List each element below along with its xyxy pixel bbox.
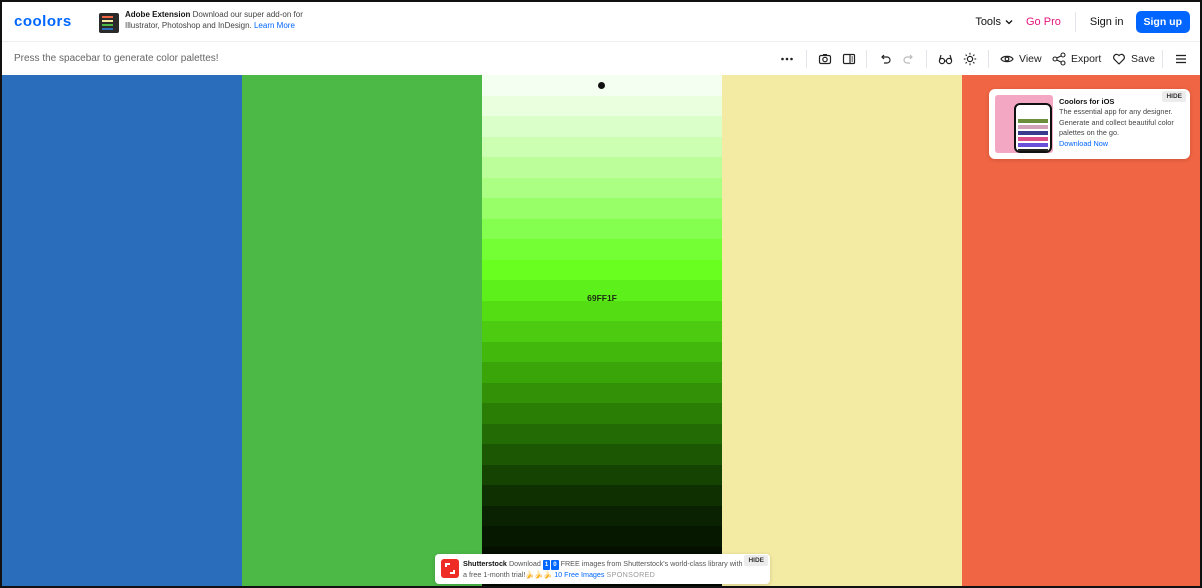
view-label: View xyxy=(1019,53,1042,65)
palette-color-1[interactable] xyxy=(2,75,242,586)
panel-icon xyxy=(842,53,856,65)
ss-free-images-link[interactable]: 10 Free Images xyxy=(554,570,604,579)
shutterstock-logo xyxy=(441,559,459,578)
toolbar-divider xyxy=(988,50,989,68)
shade-option[interactable] xyxy=(482,239,722,260)
save-button[interactable]: Save xyxy=(1112,49,1155,69)
toolbar-divider xyxy=(806,50,807,68)
shade-option[interactable] xyxy=(482,362,722,383)
shade-option[interactable] xyxy=(482,321,722,342)
redo-button[interactable] xyxy=(902,49,916,69)
ss-num-2: 0 xyxy=(551,560,559,570)
phone-mockup xyxy=(1014,103,1052,153)
shade-option[interactable] xyxy=(482,116,722,137)
shade-option[interactable] xyxy=(482,136,722,158)
shade-option[interactable] xyxy=(482,382,722,404)
chevron-down-icon xyxy=(1005,20,1013,25)
undo-button[interactable] xyxy=(878,49,892,69)
sign-in-link[interactable]: Sign in xyxy=(1090,16,1124,28)
palette-toolbar: Press the spacebar to generate color pal… xyxy=(2,43,1200,75)
shade-option[interactable] xyxy=(482,505,722,527)
toolbar-divider xyxy=(1162,50,1163,68)
ios-ad-title: Coolors for iOS xyxy=(1059,97,1115,106)
sign-up-button[interactable]: Sign up xyxy=(1135,11,1190,33)
shade-option[interactable] xyxy=(482,341,722,363)
current-shade-dot xyxy=(598,82,605,89)
app-window: coolors Adobe Extension Download our sup… xyxy=(0,0,1202,588)
adobe-extension-title: Adobe Extension xyxy=(125,10,191,19)
export-button[interactable]: Export xyxy=(1052,49,1101,69)
ios-app-image xyxy=(995,95,1053,153)
undo-icon xyxy=(881,54,891,64)
shade-option[interactable] xyxy=(482,423,722,445)
shade-option[interactable] xyxy=(482,157,722,178)
redo-icon xyxy=(903,54,913,64)
shade-option[interactable] xyxy=(482,403,722,424)
ios-app-ad[interactable]: Coolors for iOS The essential app for an… xyxy=(989,89,1190,159)
menu-icon xyxy=(1176,54,1186,64)
shade-option[interactable] xyxy=(482,198,722,219)
toolbar-divider xyxy=(926,50,927,68)
tools-label: Tools xyxy=(975,16,1001,28)
more-icon xyxy=(781,57,793,61)
eye-icon xyxy=(1000,55,1014,63)
ss-ad-emoji: 🍌🍌🍌 xyxy=(525,570,553,579)
coolors-logo[interactable]: coolors xyxy=(14,13,72,30)
shade-picker xyxy=(482,75,722,586)
shade-option[interactable] xyxy=(482,464,722,486)
palette-color-2[interactable] xyxy=(242,75,482,586)
shade-hex-label[interactable]: 69FF1F xyxy=(482,293,722,303)
toolbar-divider xyxy=(866,50,867,68)
top-header: coolors Adobe Extension Download our sup… xyxy=(2,2,1200,42)
ss-ad-pre: Download xyxy=(508,559,541,568)
shutterstock-ad[interactable]: Shutterstock Download 10 FREE images fro… xyxy=(435,554,770,584)
shutterstock-ad-text: Shutterstock Download 10 FREE images fro… xyxy=(463,559,743,580)
camera-icon xyxy=(818,54,832,65)
palette-color-4[interactable] xyxy=(722,75,962,586)
shade-option[interactable] xyxy=(482,177,722,199)
ss-num-1: 1 xyxy=(542,560,551,570)
shade-option[interactable] xyxy=(482,218,722,240)
sun-icon xyxy=(963,52,977,66)
save-label: Save xyxy=(1131,53,1155,65)
glasses-icon xyxy=(938,54,953,65)
side-panel-button[interactable] xyxy=(842,49,856,69)
camera-button[interactable] xyxy=(818,49,832,69)
download-now-link[interactable]: Download Now xyxy=(1059,139,1108,148)
shade-option[interactable] xyxy=(482,526,722,547)
shutterstock-icon xyxy=(445,563,455,574)
ss-sponsored-label: SPONSORED xyxy=(606,570,656,579)
adobe-extension-promo[interactable]: Adobe Extension Download our super add-o… xyxy=(99,10,325,36)
hide-ss-ad-button[interactable]: HIDE xyxy=(744,555,768,566)
color-blindness-button[interactable] xyxy=(938,49,953,69)
view-button[interactable]: View xyxy=(1000,49,1042,69)
shade-option[interactable] xyxy=(482,95,722,117)
shutterstock-brand: Shutterstock xyxy=(463,559,507,568)
ios-ad-text: The essential app for any designer. Gene… xyxy=(1059,107,1174,137)
hide-ios-ad-button[interactable]: HIDE xyxy=(1162,91,1186,102)
shade-option[interactable] xyxy=(482,485,722,506)
more-options-button[interactable] xyxy=(780,49,794,69)
header-actions: Tools Go Pro Sign in Sign up xyxy=(975,10,1190,34)
shade-option[interactable] xyxy=(482,300,722,322)
share-icon xyxy=(1052,52,1066,66)
learn-more-link[interactable]: Learn More xyxy=(254,21,295,30)
adobe-extension-text: Adobe Extension Download our super add-o… xyxy=(125,10,325,31)
go-pro-link[interactable]: Go Pro xyxy=(1026,16,1061,28)
shade-option[interactable] xyxy=(482,259,722,281)
heart-icon xyxy=(1113,53,1125,65)
main-menu-button[interactable] xyxy=(1174,49,1188,69)
header-divider xyxy=(1074,12,1076,32)
export-label: Export xyxy=(1071,53,1102,65)
adjust-palette-button[interactable] xyxy=(963,49,977,69)
spacebar-hint: Press the spacebar to generate color pal… xyxy=(14,53,219,64)
adobe-extension-thumbnail xyxy=(99,13,119,33)
shade-option[interactable] xyxy=(482,444,722,465)
tools-menu[interactable]: Tools xyxy=(975,16,1014,28)
